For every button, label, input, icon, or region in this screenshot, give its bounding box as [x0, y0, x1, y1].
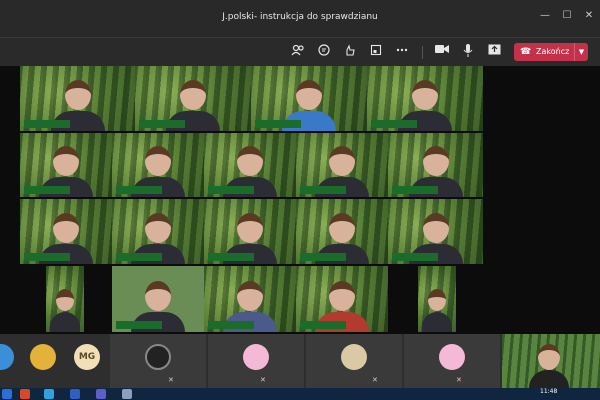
- name-tag: [24, 120, 70, 128]
- mic-off-icon: ✕: [456, 376, 462, 384]
- name-tag: [300, 321, 346, 329]
- participant-video[interactable]: [135, 66, 251, 131]
- participant-tile[interactable]: ✕: [208, 334, 304, 388]
- name-tag: [139, 120, 185, 128]
- participant-video[interactable]: [112, 266, 204, 332]
- windows-start-icon[interactable]: [2, 389, 12, 399]
- phone-hangup-icon: ☎: [520, 47, 532, 57]
- participant-video[interactable]: [20, 133, 112, 197]
- word-icon[interactable]: [70, 389, 80, 399]
- name-tag: [300, 253, 346, 261]
- name-tag: [255, 120, 301, 128]
- meeting-toolbar: ☎ Zakończ ▼: [0, 38, 600, 66]
- participant-video[interactable]: [296, 133, 388, 197]
- minimize-button[interactable]: —: [538, 10, 552, 21]
- chat-icon[interactable]: [316, 44, 332, 60]
- end-call-button[interactable]: ☎ Zakończ ▼: [514, 43, 588, 61]
- self-view-video[interactable]: [502, 334, 600, 388]
- participant-video[interactable]: [388, 199, 483, 264]
- skype-icon[interactable]: [44, 389, 54, 399]
- avatar[interactable]: MG: [74, 344, 100, 370]
- share-screen-icon[interactable]: [486, 44, 502, 60]
- avatar: [439, 344, 465, 370]
- chevron-down-icon[interactable]: ▼: [574, 43, 588, 61]
- avatar: [243, 344, 269, 370]
- participant-tile[interactable]: ✕: [404, 334, 500, 388]
- mic-off-icon: ✕: [260, 376, 266, 384]
- name-tag: [371, 120, 417, 128]
- close-button[interactable]: ✕: [582, 10, 596, 21]
- participant-video[interactable]: [204, 266, 296, 332]
- participant-video[interactable]: [112, 199, 204, 264]
- browser-icon[interactable]: [20, 389, 30, 399]
- name-tag: [208, 321, 254, 329]
- participant-figure: [50, 289, 80, 332]
- participant-video[interactable]: [367, 66, 483, 131]
- title-bar: J.polski- instrukcja do sprawdzianu — ☐ …: [0, 0, 600, 38]
- name-tag: [24, 253, 70, 261]
- participant-video[interactable]: [204, 199, 296, 264]
- name-tag: [116, 321, 162, 329]
- avatar: [341, 344, 367, 370]
- name-tag: [392, 186, 438, 194]
- participant-tile[interactable]: ✕: [110, 334, 206, 388]
- toolbar-divider: [422, 46, 423, 59]
- window-title: J.polski- instrukcja do sprawdzianu: [222, 12, 378, 22]
- participant-video[interactable]: [20, 199, 112, 264]
- participant-video[interactable]: [46, 266, 84, 332]
- name-tag: [208, 253, 254, 261]
- participant-video[interactable]: [388, 133, 483, 197]
- name-tag: [116, 253, 162, 261]
- avatar[interactable]: [0, 344, 14, 370]
- camera-icon[interactable]: [434, 44, 450, 60]
- teams-icon[interactable]: [96, 389, 106, 399]
- video-grid: [0, 66, 600, 334]
- participant-tile[interactable]: ✕: [306, 334, 402, 388]
- participant-video[interactable]: [20, 66, 135, 131]
- avatar: [145, 344, 171, 370]
- taskbar-clock[interactable]: 11:48: [540, 388, 557, 395]
- mic-icon[interactable]: [460, 44, 476, 60]
- mic-off-icon: ✕: [168, 376, 174, 384]
- name-tag: [300, 186, 346, 194]
- end-call-label: Zakończ: [536, 47, 570, 56]
- participant-figure: [529, 344, 569, 388]
- participant-video[interactable]: [418, 266, 456, 332]
- avatar[interactable]: [30, 344, 56, 370]
- participant-figure: [422, 289, 452, 332]
- participants-icon[interactable]: [290, 44, 306, 60]
- name-tag: [208, 186, 254, 194]
- explorer-icon[interactable]: [122, 389, 132, 399]
- more-icon[interactable]: [394, 44, 410, 60]
- reactions-icon[interactable]: [342, 44, 358, 60]
- mic-off-icon: ✕: [372, 376, 378, 384]
- participant-video[interactable]: [296, 199, 388, 264]
- windows-taskbar: 11:48: [0, 388, 600, 400]
- participant-video[interactable]: [251, 66, 367, 131]
- participant-video[interactable]: [204, 133, 296, 197]
- name-tag: [24, 186, 70, 194]
- rooms-icon[interactable]: [368, 44, 384, 60]
- name-tag: [392, 253, 438, 261]
- participant-video[interactable]: [296, 266, 388, 332]
- participant-video[interactable]: [112, 133, 204, 197]
- name-tag: [116, 186, 162, 194]
- maximize-button[interactable]: ☐: [560, 10, 574, 21]
